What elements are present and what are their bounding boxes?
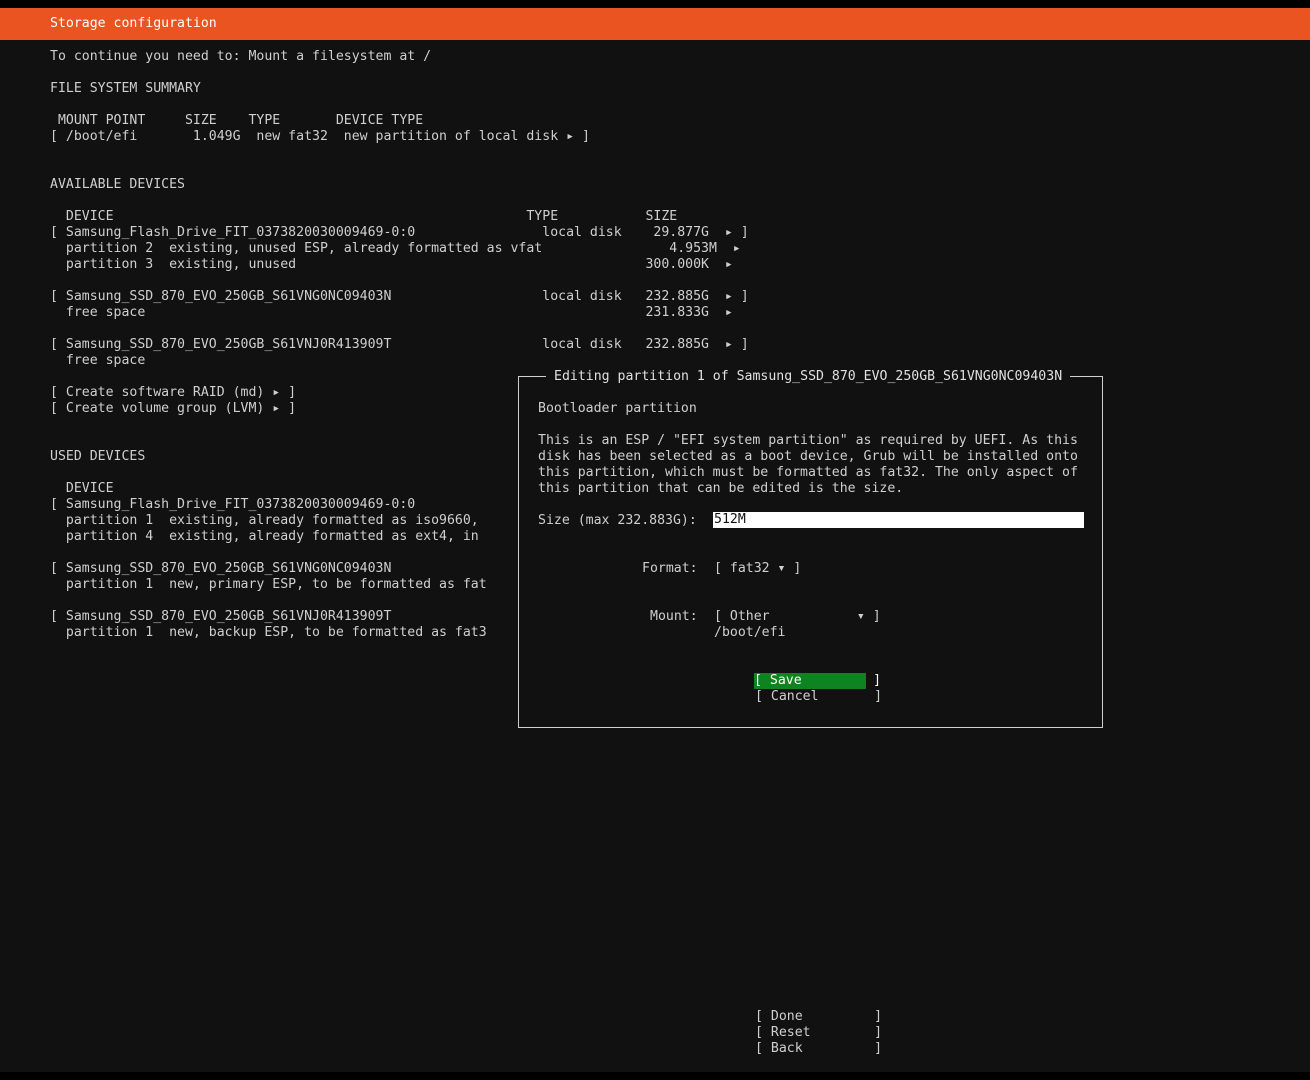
available-devices-heading: AVAILABLE DEVICES (50, 177, 185, 192)
mount-select[interactable]: [ Other ▾ ] (714, 609, 881, 625)
fs-summary-columns: MOUNT POINT SIZE TYPE DEVICE TYPE (50, 113, 424, 128)
used-devices-heading: USED DEVICES (50, 449, 146, 464)
dialog-description-line-1: This is an ESP / "EFI system partition" … (538, 433, 1078, 448)
used-device-ssd-g0nc[interactable]: [ Samsung_SSD_870_EVO_250GB_S61VNG0NC094… (50, 561, 391, 577)
used-ssd-j0r4-partition-1[interactable]: partition 1 new, backup ESP, to be forma… (50, 625, 487, 641)
fs-summary-row-boot-efi[interactable]: [ /boot/efi 1.049G new fat32 new partiti… (50, 129, 590, 145)
available-devices-columns: DEVICE TYPE SIZE (50, 209, 678, 224)
used-flash-partition-1[interactable]: partition 1 existing, already formatted … (50, 513, 479, 529)
screen-top-border (0, 0, 1310, 8)
cancel-button[interactable]: [ Cancel ] (755, 689, 882, 705)
available-device-ssd-g0nc[interactable]: [ Samsung_SSD_870_EVO_250GB_S61VNG0NC094… (50, 289, 749, 305)
back-button[interactable]: [ Back ] (755, 1041, 882, 1057)
available-device-ssd-j0r4[interactable]: [ Samsung_SSD_870_EVO_250GB_S61VNJ0R4139… (50, 337, 749, 353)
available-ssd-g0nc-free-space[interactable]: free space 231.833G ▸ (50, 305, 733, 321)
mount-path-text: /boot/efi (714, 625, 786, 640)
create-lvm-button[interactable]: [ Create volume group (LVM) ▸ ] (50, 401, 296, 417)
screen-bottom-border (0, 1072, 1310, 1080)
size-label: Size (max 232.883G): (538, 513, 697, 528)
save-button[interactable]: [ Save ] (754, 673, 881, 689)
dialog-description-line-2: disk has been selected as a boot device,… (538, 449, 1078, 464)
used-ssd-g0nc-partition-1[interactable]: partition 1 new, primary ESP, to be form… (50, 577, 487, 593)
create-raid-button[interactable]: [ Create software RAID (md) ▸ ] (50, 385, 296, 401)
available-ssd-j0r4-free-space[interactable]: free space (50, 353, 145, 369)
available-flash-partition-2[interactable]: partition 2 existing, unused ESP, alread… (50, 241, 741, 257)
reset-button[interactable]: [ Reset ] (755, 1025, 882, 1041)
used-flash-partition-4[interactable]: partition 4 existing, already formatted … (50, 529, 479, 545)
dialog-description-line-3: this partition, which must be formatted … (538, 465, 1078, 480)
dialog-description-line-4: this partition that can be edited is the… (538, 481, 904, 496)
format-select[interactable]: [ fat32 ▾ ] (714, 561, 801, 577)
format-label: Format: (642, 561, 698, 576)
used-device-flash-drive[interactable]: [ Samsung_Flash_Drive_FIT_03738200300094… (50, 497, 415, 513)
page-title: Storage configuration (50, 16, 217, 31)
mount-label: Mount: (650, 609, 698, 624)
fs-summary-heading: FILE SYSTEM SUMMARY (50, 81, 201, 96)
dialog-title: Editing partition 1 of Samsung_SSD_870_E… (546, 369, 1071, 385)
status-message: To continue you need to: Mount a filesys… (50, 49, 432, 64)
used-devices-columns: DEVICE (50, 481, 114, 496)
done-button[interactable]: [ Done ] (755, 1009, 882, 1025)
size-input[interactable] (713, 512, 1084, 528)
available-flash-partition-3[interactable]: partition 3 existing, unused 300.000K ▸ (50, 257, 733, 273)
used-device-ssd-j0r4[interactable]: [ Samsung_SSD_870_EVO_250GB_S61VNJ0R4139… (50, 609, 391, 625)
dialog-subtitle: Bootloader partition (538, 401, 697, 416)
available-device-flash-drive[interactable]: [ Samsung_Flash_Drive_FIT_03738200300094… (50, 225, 749, 241)
